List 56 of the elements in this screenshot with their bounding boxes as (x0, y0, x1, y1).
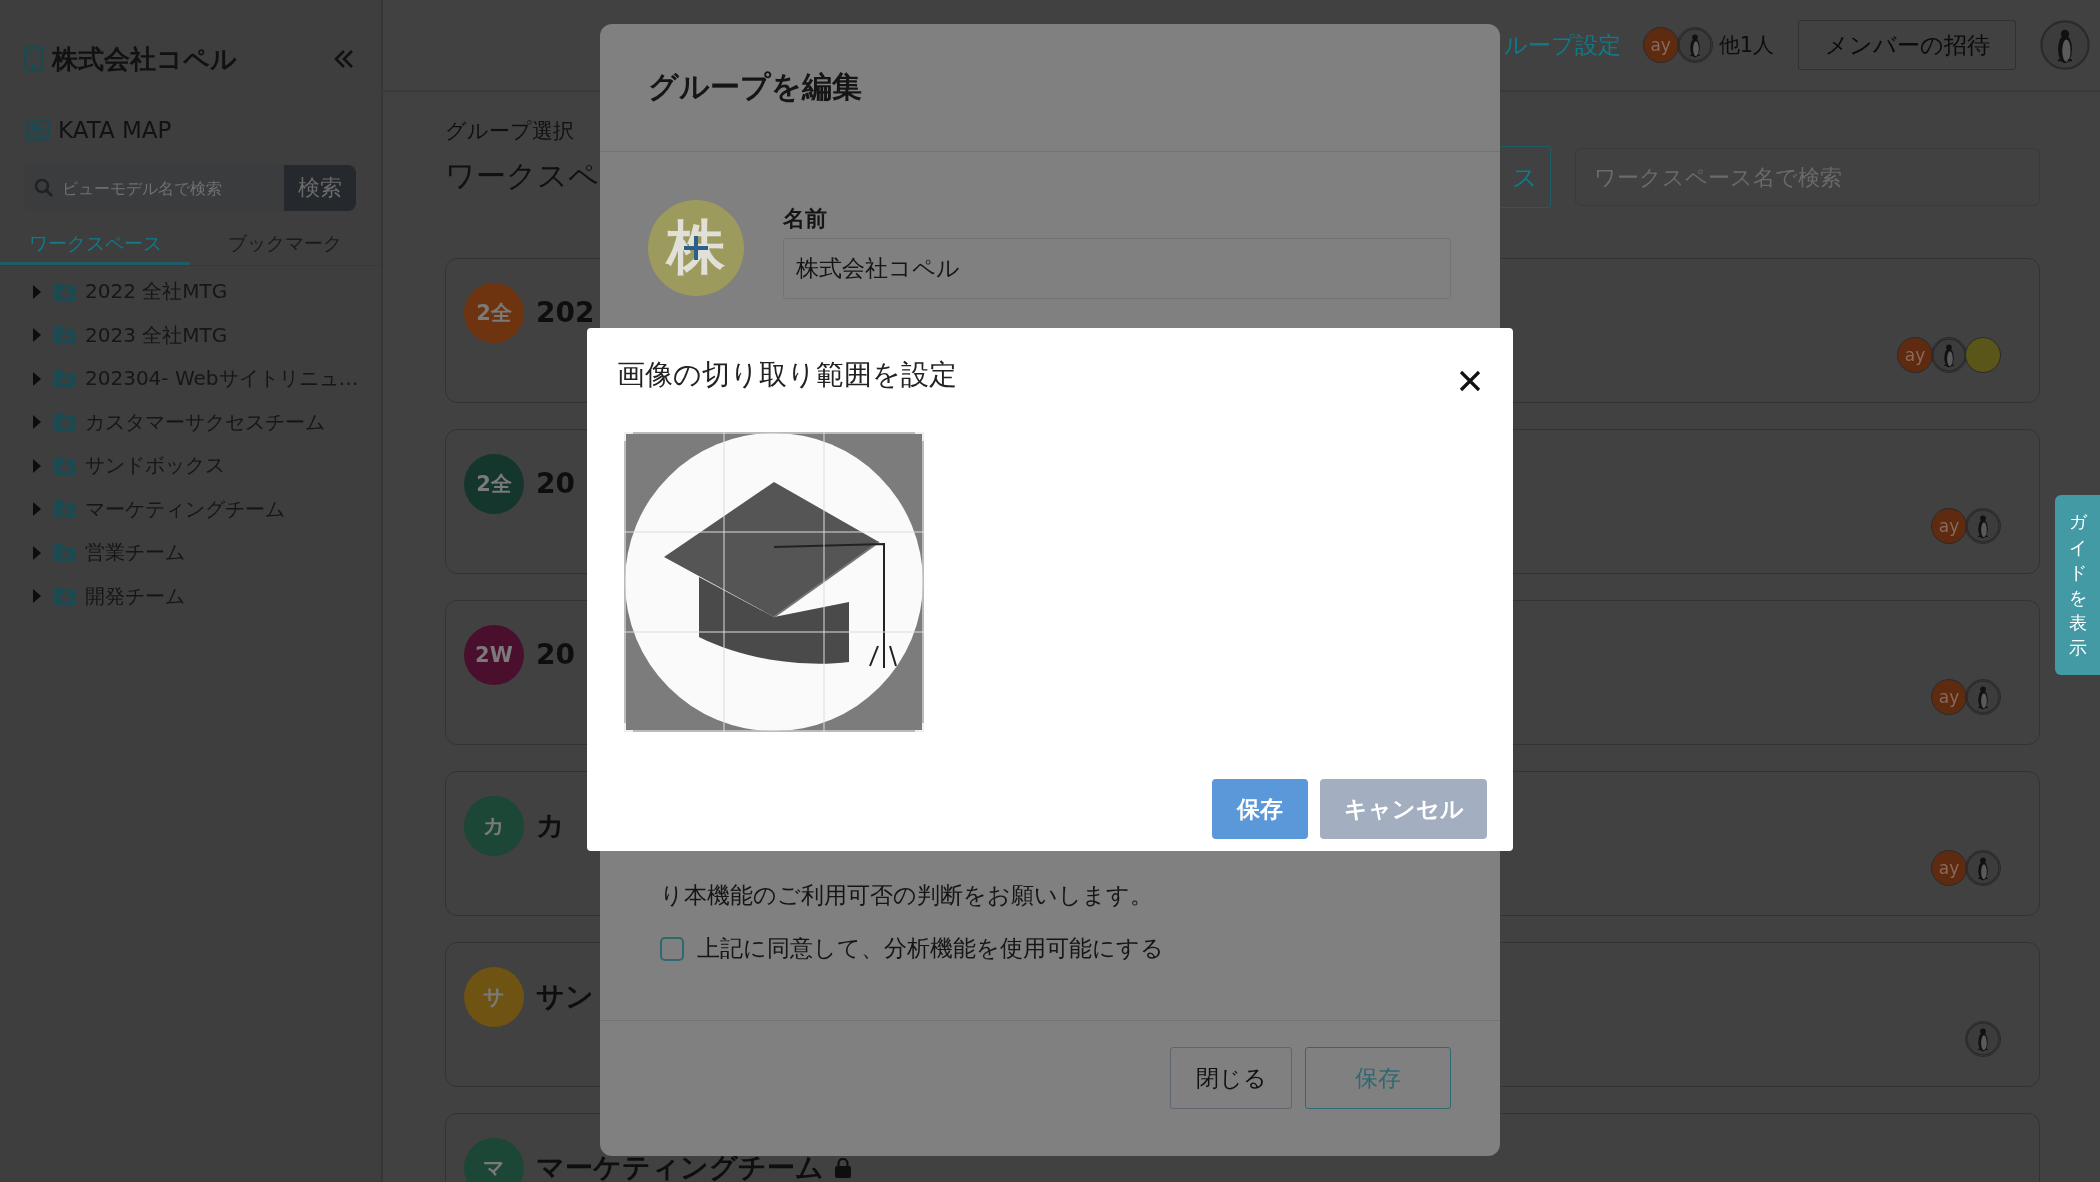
save-button[interactable]: 保存 (1212, 779, 1308, 839)
penguin-avatar (1965, 679, 2001, 715)
member-avatar: ay (1931, 508, 1967, 544)
close-button[interactable]: 閉じる (1170, 1047, 1292, 1109)
building-icon (24, 46, 44, 72)
caret-icon[interactable] (32, 284, 42, 299)
workspace-badge: マ (464, 1138, 524, 1182)
workspace-badge: 2全 (464, 454, 524, 514)
checkbox-label[interactable]: 上記に同意して、分析機能を使用可能にする (697, 933, 1164, 964)
group-settings-link[interactable]: ループ設定 (1503, 29, 1621, 61)
name-input-field[interactable]: 株式会社コペル (783, 238, 1451, 299)
name-label: 名前 (783, 205, 828, 233)
workspace-badge: カ (464, 796, 524, 856)
collapse-sidebar-icon[interactable] (333, 48, 355, 70)
search-button[interactable]: 検索 (284, 165, 356, 211)
agree-checkbox[interactable] (660, 936, 684, 961)
penguin-avatar (1965, 1021, 2001, 1057)
workspace-badge: サ (464, 967, 524, 1027)
caret-icon[interactable] (32, 458, 42, 473)
folder-lock-icon (54, 543, 76, 562)
penguin-avatar (1965, 508, 2001, 544)
caret-icon[interactable] (32, 371, 42, 386)
notice-text: り本機能のご利用可否の判断をお願いします。 (660, 881, 1154, 910)
member-avatar: ay (1897, 337, 1933, 373)
dialog-title: 画像の切り取り範囲を設定 (617, 357, 957, 393)
caret-icon[interactable] (32, 415, 42, 430)
graduation-cap-drawing[interactable] (624, 432, 924, 732)
save-button[interactable]: 保存 (1305, 1047, 1451, 1109)
workspace-badge: 2W (464, 625, 524, 685)
plus-icon (682, 234, 710, 262)
folder-lock-icon (54, 456, 76, 475)
penguin-avatar (1931, 337, 1967, 373)
member-avatar: ay (1931, 850, 1967, 886)
folder-lock-icon (54, 413, 76, 432)
penguin-avatar (1676, 27, 1713, 63)
caret-icon[interactable] (32, 589, 42, 604)
folder-lock-icon (54, 369, 76, 388)
member-avatar: ay (1642, 27, 1679, 63)
folder-lock-icon (54, 282, 76, 301)
workspace-badge: 2全 (464, 283, 524, 343)
sidebar-tab[interactable]: ワークスペース (0, 225, 190, 265)
map-icon (26, 119, 50, 141)
folder-lock-icon (54, 326, 76, 345)
folder-lock-icon (54, 500, 76, 519)
guide-tab[interactable]: ガイドを表示 (2055, 495, 2100, 675)
cancel-button[interactable]: キャンセル (1320, 779, 1487, 839)
dialog-title: グループを編集 (648, 68, 862, 106)
search-icon (34, 178, 54, 198)
caret-icon[interactable] (32, 502, 42, 517)
folder-lock-icon (54, 587, 76, 606)
caret-icon[interactable] (32, 328, 42, 343)
close-icon[interactable] (1459, 370, 1481, 392)
member-avatar: ay (1931, 679, 1967, 715)
caret-icon[interactable] (32, 545, 42, 560)
penguin-avatar (1965, 850, 2001, 886)
user-avatar[interactable] (2040, 20, 2090, 70)
